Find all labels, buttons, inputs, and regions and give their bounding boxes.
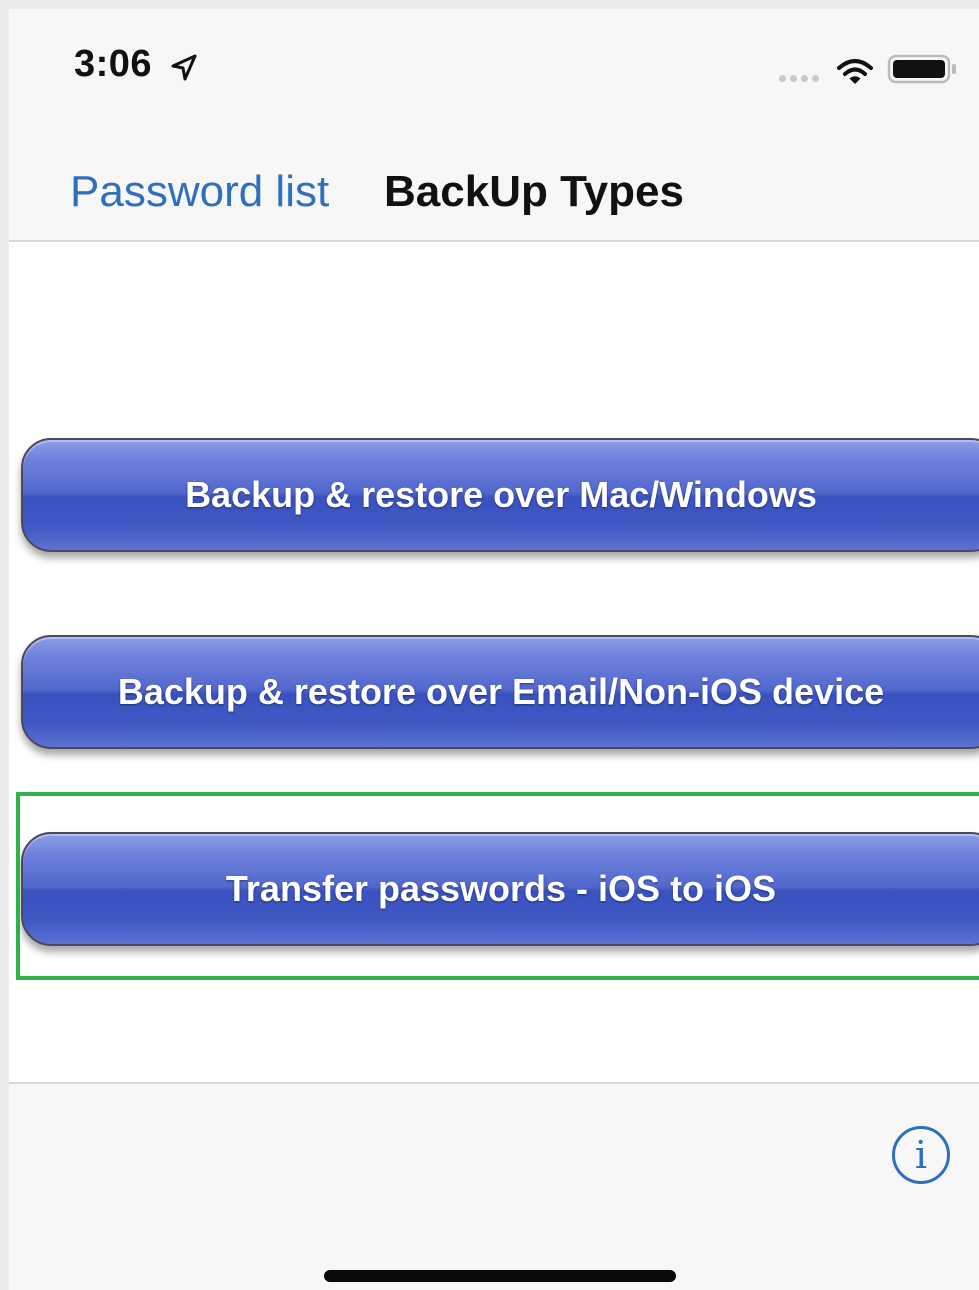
status-bar: 3:06	[9, 9, 979, 119]
bottom-toolbar: i	[9, 1082, 979, 1290]
backup-mac-windows-button[interactable]: Backup & restore over Mac/Windows	[21, 438, 979, 552]
backup-options-panel: Backup & restore over Mac/Windows Backup…	[9, 242, 979, 1082]
navigation-bar: Password list BackUp Types	[9, 119, 979, 242]
backup-mac-windows-label: Backup & restore over Mac/Windows	[185, 474, 817, 515]
backup-email-non-ios-button[interactable]: Backup & restore over Email/Non-iOS devi…	[21, 635, 979, 749]
battery-icon	[887, 54, 956, 84]
app-screen: 3:06 Password list BackUp Types Backup &…	[9, 9, 979, 1290]
transfer-ios-to-ios-button[interactable]: Transfer passwords - iOS to iOS	[21, 832, 979, 946]
back-button[interactable]: Password list	[70, 167, 329, 217]
transfer-ios-to-ios-label: Transfer passwords - iOS to iOS	[225, 868, 777, 909]
home-indicator	[324, 1270, 676, 1282]
status-time: 3:06	[74, 43, 153, 85]
info-icon[interactable]: i	[892, 1126, 950, 1184]
cellular-signal-dots-icon	[779, 75, 819, 82]
wifi-icon	[837, 59, 873, 84]
backup-email-non-ios-label: Backup & restore over Email/Non-iOS devi…	[117, 671, 885, 712]
location-arrow-icon	[171, 54, 197, 81]
page-title: BackUp Types	[384, 167, 684, 216]
